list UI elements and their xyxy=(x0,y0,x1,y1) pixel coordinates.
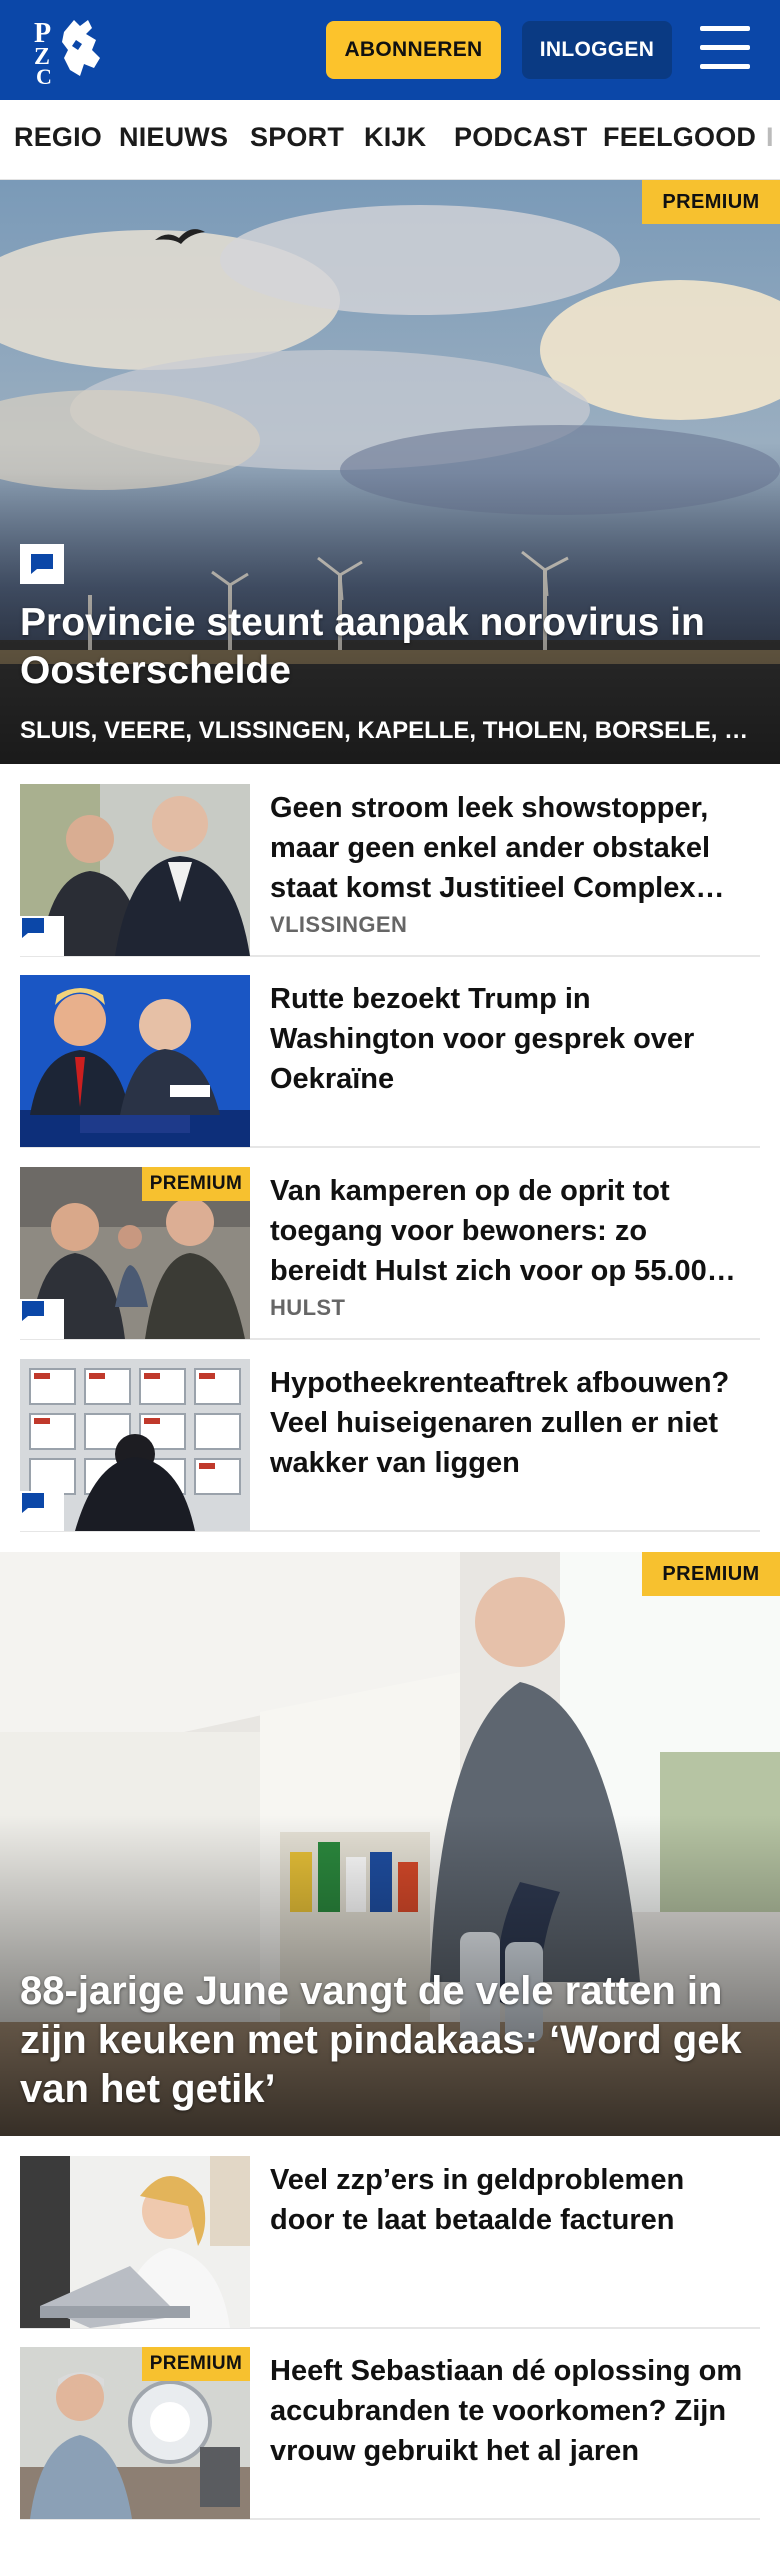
premium-badge: PREMIUM xyxy=(642,180,780,224)
pzc-logo[interactable]: P Z C xyxy=(30,14,110,89)
nav-item-podcast[interactable]: PODCAST xyxy=(454,122,587,153)
list-item[interactable]: PREMIUM Heeft Sebastiaan dé oplossing om… xyxy=(20,2347,760,2520)
article-thumbnail xyxy=(20,2156,250,2328)
nav-item-more[interactable]: I xyxy=(766,122,774,153)
premium-badge: PREMIUM xyxy=(142,2347,250,2381)
list-item[interactable]: PREMIUM Van kamperen op de oprit tot toe… xyxy=(20,1167,760,1340)
article-location: VLISSINGEN xyxy=(270,912,408,937)
article-title[interactable]: Geen stroom leek showstopper, maar geen … xyxy=(270,788,750,908)
subscribe-button[interactable]: ABONNEREN xyxy=(326,21,501,79)
comment-icon xyxy=(20,1491,64,1531)
hero-article[interactable]: PREMIUM Provincie steunt aanpak noroviru… xyxy=(0,180,780,764)
hero-title[interactable]: Provincie steunt aanpak norovirus in Oos… xyxy=(20,599,765,695)
section-nav: REGIO NIEUWS SPORT KIJK PODCAST FEELGOOD… xyxy=(0,100,780,180)
article-title[interactable]: Hypotheekrenteaftrek afbouwen? Veel huis… xyxy=(270,1363,750,1483)
comment-icon xyxy=(20,916,64,956)
comment-icon xyxy=(20,1299,64,1339)
article-thumbnail xyxy=(20,1359,250,1531)
nav-item-nieuws[interactable]: NIEUWS xyxy=(119,122,228,153)
article-thumbnail xyxy=(20,784,250,956)
list-item[interactable]: Veel zzp’ers in geldproblemen door te la… xyxy=(20,2156,760,2329)
nav-item-sport[interactable]: SPORT xyxy=(250,122,344,153)
article-title[interactable]: Heeft Sebastiaan dé oplossing om accubra… xyxy=(270,2351,750,2471)
hamburger-icon[interactable] xyxy=(700,26,750,70)
article-thumbnail: PREMIUM xyxy=(20,1167,250,1339)
comment-icon xyxy=(20,544,64,584)
article-thumbnail xyxy=(20,975,250,1147)
list-item[interactable]: Rutte bezoekt Trump in Washington voor g… xyxy=(20,975,760,1148)
hero-title[interactable]: 88-jarige June vangt de vele ratten in z… xyxy=(20,1967,765,2114)
list-item[interactable]: Geen stroom leek showstopper, maar geen … xyxy=(20,784,760,957)
hero-article[interactable]: PREMIUM 88-jarige June vangt de vele rat… xyxy=(0,1552,780,2136)
article-location: HULST xyxy=(270,1295,346,1320)
premium-badge: PREMIUM xyxy=(642,1552,780,1596)
list-item[interactable]: Hypotheekrenteaftrek afbouwen? Veel huis… xyxy=(20,1359,760,1532)
login-button[interactable]: INLOGGEN xyxy=(522,21,672,79)
hero-location-tags: SLUIS, VEERE, VLISSINGEN, KAPELLE, THOLE… xyxy=(20,717,749,744)
article-title[interactable]: Veel zzp’ers in geldproblemen door te la… xyxy=(270,2160,750,2240)
article-title[interactable]: Van kamperen op de oprit tot toegang voo… xyxy=(270,1171,750,1291)
article-thumbnail: PREMIUM xyxy=(20,2347,250,2519)
svg-text:C: C xyxy=(36,64,52,86)
site-header: P Z C ABONNEREN INLOGGEN xyxy=(0,0,780,100)
nav-item-regio[interactable]: REGIO xyxy=(14,122,102,153)
article-title[interactable]: Rutte bezoekt Trump in Washington voor g… xyxy=(270,979,750,1099)
nav-item-kijk[interactable]: KIJK xyxy=(364,122,426,153)
nav-item-feelgood[interactable]: FEELGOOD xyxy=(603,122,756,153)
premium-badge: PREMIUM xyxy=(142,1167,250,1201)
